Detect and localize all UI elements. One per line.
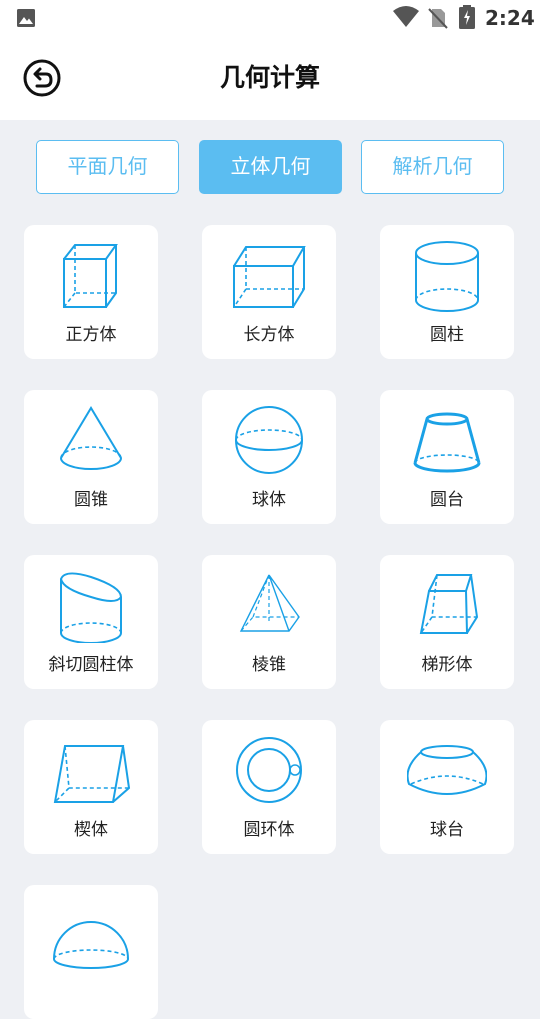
sphere-icon — [235, 406, 303, 474]
page-title: 几何计算 — [219, 63, 320, 92]
shape-label: 梯形体 — [421, 655, 473, 675]
shape-label: 球体 — [252, 490, 286, 510]
shape-label: 圆锥 — [74, 490, 108, 510]
wedge-icon — [53, 745, 131, 803]
cone-icon — [60, 406, 123, 470]
gallery-icon — [17, 9, 35, 27]
shape-card-cuboid[interactable]: 长方体 — [202, 225, 336, 359]
trapezoid-solid-icon — [419, 574, 479, 634]
spherical-frustum-icon — [407, 745, 487, 795]
shape-label: 长方体 — [243, 325, 295, 345]
status-bar: 2:24 — [0, 0, 540, 36]
app-header: 几何计算 — [0, 36, 540, 120]
shape-card-frustum[interactable]: 圆台 — [380, 390, 514, 524]
cuboid-icon — [233, 246, 306, 308]
shape-card-pyramid[interactable]: 棱锥 — [202, 555, 336, 689]
category-tabs: 平面几何 立体几何 解析几何 — [0, 140, 540, 196]
shape-label: 球台 — [430, 820, 464, 840]
shape-label: 圆柱 — [430, 325, 464, 345]
shape-label: 斜切圆柱体 — [48, 655, 134, 675]
frustum-icon — [413, 412, 481, 473]
shape-card-sphere[interactable]: 球体 — [202, 390, 336, 524]
shape-card-trapezoid-solid[interactable]: 梯形体 — [380, 555, 514, 689]
tab-solid-geometry[interactable]: 立体几何 — [199, 140, 342, 194]
cylinder-icon — [415, 241, 479, 312]
shape-card-cylinder[interactable]: 圆柱 — [380, 225, 514, 359]
hemisphere-icon — [53, 921, 130, 969]
shape-card-cone[interactable]: 圆锥 — [24, 390, 158, 524]
shape-label: 圆台 — [430, 490, 464, 510]
battery-charging-icon — [459, 5, 475, 29]
shape-label: 正方体 — [65, 325, 117, 345]
shape-card-cube[interactable]: 正方体 — [24, 225, 158, 359]
cube-icon — [63, 244, 118, 308]
tab-plane-geometry[interactable]: 平面几何 — [36, 140, 179, 194]
tab-analytic-geometry[interactable]: 解析几何 — [361, 140, 504, 194]
oblique-cylinder-icon — [59, 572, 123, 643]
pyramid-icon — [239, 574, 300, 632]
shape-card-hemisphere[interactable] — [24, 885, 158, 1019]
shape-card-spherical-frustum[interactable]: 球台 — [380, 720, 514, 854]
no-sim-icon — [428, 8, 448, 29]
torus-icon — [236, 737, 302, 803]
clock: 2:24 — [485, 6, 535, 30]
shape-card-torus[interactable]: 圆环体 — [202, 720, 336, 854]
shape-label: 楔体 — [74, 820, 108, 840]
shape-card-oblique-cylinder[interactable]: 斜切圆柱体 — [24, 555, 158, 689]
shape-label: 棱锥 — [252, 655, 286, 675]
wifi-icon — [393, 6, 419, 27]
shape-card-wedge[interactable]: 楔体 — [24, 720, 158, 854]
shape-label: 圆环体 — [243, 820, 295, 840]
